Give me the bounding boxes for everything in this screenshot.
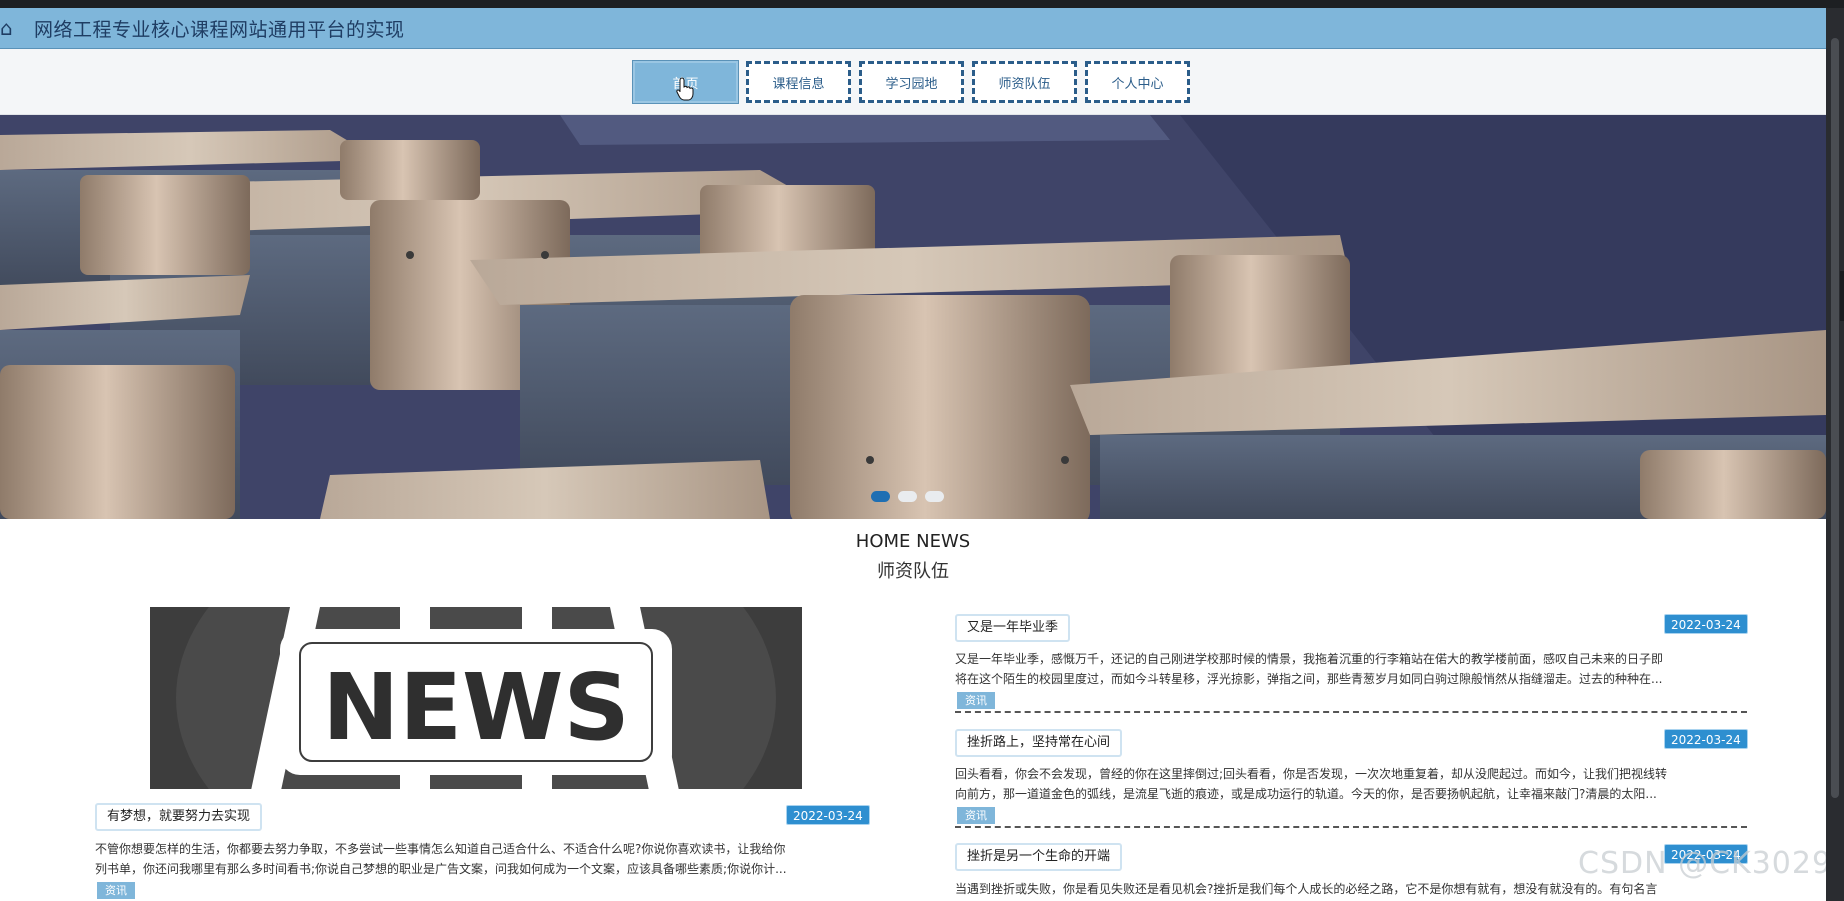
section-heading-cn: 师资队伍 bbox=[877, 561, 949, 582]
news-divider bbox=[955, 711, 1747, 713]
featured-news-summary: 不管你想要怎样的生活，你都要去努力争取，不多尝试一些事情怎么知道自己适合什么、不… bbox=[95, 842, 787, 876]
carousel-indicators bbox=[871, 491, 944, 502]
featured-news-tag[interactable]: 资讯 bbox=[97, 882, 135, 899]
nav-course-info[interactable]: 课程信息 bbox=[746, 61, 851, 103]
site-header: ⌂ 网络工程专业核心课程网站通用平台的实现 bbox=[0, 8, 1826, 49]
news-item-date-2: 2022-03-24 bbox=[1664, 729, 1748, 749]
scrollbar-marker bbox=[1840, 271, 1844, 321]
csdn-watermark: CSDN @CK3029 bbox=[1578, 846, 1833, 881]
browser-top-strip bbox=[0, 0, 1844, 8]
news-item-summary-1: 又是一年毕业季，感慨万千，还记的自己刚进学校那时候的情景，我拖着沉重的行李箱站在… bbox=[955, 652, 1664, 686]
news-image-text: NEWS bbox=[322, 654, 630, 761]
nav-home[interactable]: 首页 bbox=[632, 60, 739, 104]
news-item-summary-3: 当遇到挫折或失败，你是看见失败还是看见机会?挫折是我们每个人成长的必经之路，它不… bbox=[955, 882, 1658, 896]
news-item-date-1: 2022-03-24 bbox=[1664, 614, 1748, 634]
main-nav: 首页 课程信息 学习园地 师资队伍 个人中心 bbox=[632, 60, 1190, 104]
carousel-dot-1[interactable] bbox=[871, 491, 890, 502]
news-item-title-3[interactable]: 挫折是另一个生命的开端 bbox=[955, 843, 1123, 871]
hero-banner bbox=[0, 115, 1826, 519]
news-item-tag-1[interactable]: 资讯 bbox=[957, 692, 995, 709]
nav-personal-center[interactable]: 个人中心 bbox=[1085, 61, 1190, 103]
nav-study-garden[interactable]: 学习园地 bbox=[859, 61, 964, 103]
news-item-tag-2[interactable]: 资讯 bbox=[957, 807, 995, 824]
building-icon: ⌂ bbox=[0, 17, 13, 39]
page-scrollbar[interactable] bbox=[1826, 8, 1844, 901]
carousel-dot-3[interactable] bbox=[925, 491, 944, 502]
news-item-title-2[interactable]: 挫折路上，坚持常在心间 bbox=[955, 729, 1123, 757]
news-item-summary-2: 回头看看，你会不会发现，曾经的你在这里摔倒过;回头看看，你是否发现，一次次地重复… bbox=[955, 767, 1668, 801]
site-title: 网络工程专业核心课程网站通用平台的实现 bbox=[34, 18, 405, 41]
news-divider bbox=[955, 826, 1747, 828]
nav-faculty[interactable]: 师资队伍 bbox=[972, 61, 1077, 103]
scrollbar-thumb[interactable] bbox=[1831, 38, 1839, 798]
news-item-title-1[interactable]: 又是一年毕业季 bbox=[955, 614, 1071, 642]
main-nav-bar: 首页 课程信息 学习园地 师资队伍 个人中心 bbox=[0, 49, 1826, 115]
carousel-dot-2[interactable] bbox=[898, 491, 917, 502]
featured-news-title[interactable]: 有梦想，就要努力去实现 bbox=[95, 803, 263, 831]
featured-news-image[interactable]: NEWS bbox=[150, 607, 802, 789]
classroom-image bbox=[0, 115, 1826, 519]
featured-news-date: 2022-03-24 bbox=[786, 805, 870, 825]
section-heading-en: HOME NEWS bbox=[855, 531, 971, 552]
